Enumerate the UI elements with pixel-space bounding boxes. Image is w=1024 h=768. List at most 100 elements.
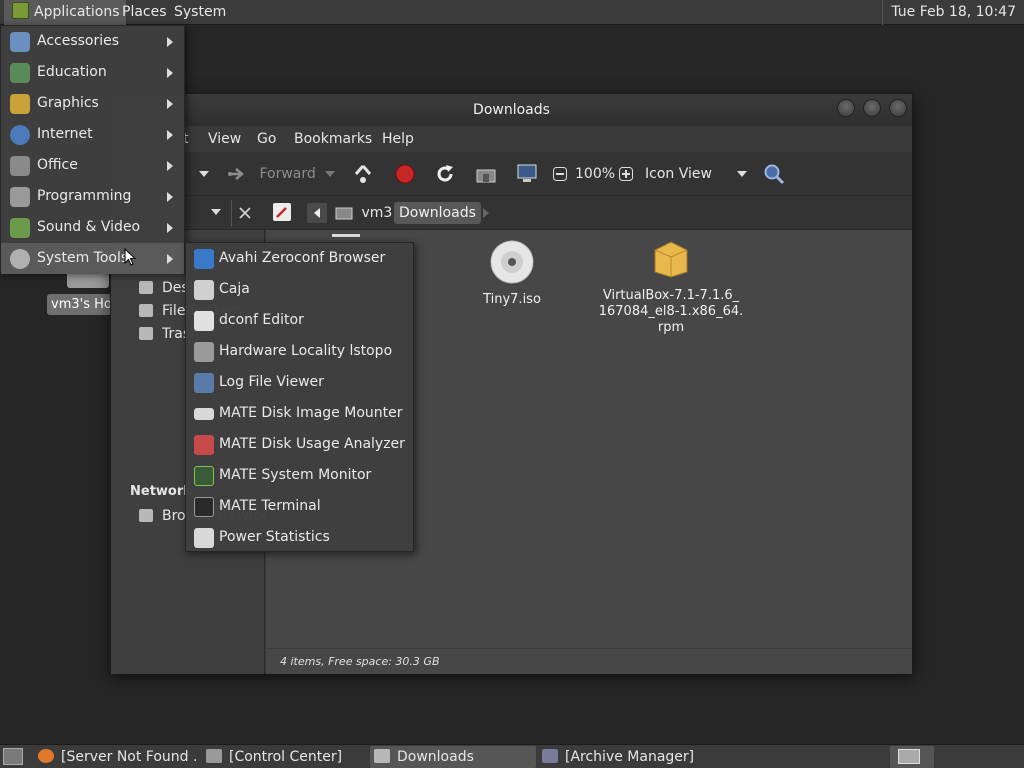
- search-button[interactable]: [763, 152, 785, 196]
- menubar: t View Go Bookmarks Help: [111, 126, 912, 152]
- menu-item-caja[interactable]: Caja: [186, 274, 413, 305]
- menu-item-label: Power Statistics: [219, 529, 330, 545]
- path-back-button[interactable]: [307, 203, 327, 223]
- chevron-right-icon: [167, 99, 173, 109]
- system-menu-button[interactable]: System: [168, 0, 232, 25]
- view-mode-label: Icon View: [645, 166, 712, 182]
- zoom-out-button[interactable]: [553, 152, 567, 196]
- disk-mounter-icon: [194, 408, 214, 420]
- file-item[interactable]: VirtualBox-7.1-7.1.6_ 167084_el8-1.x86_6…: [596, 238, 746, 336]
- location-bar: vm3 Downloads: [111, 196, 912, 230]
- menu-item-accessories[interactable]: Accessories: [1, 26, 184, 57]
- up-arrow-icon: [354, 165, 372, 183]
- show-desktop-button[interactable]: [3, 748, 23, 765]
- mate-logo-icon: [12, 2, 29, 19]
- file-name-line: VirtualBox-7.1-7.1.6_: [602, 288, 740, 303]
- file-item[interactable]: Tiny7.iso: [462, 240, 562, 307]
- task-button-control-center[interactable]: [Control Center]: [202, 746, 366, 768]
- menu-item-programming[interactable]: Programming: [1, 181, 184, 212]
- menu-item-log-viewer[interactable]: Log File Viewer: [186, 367, 413, 398]
- sidebar-dropdown[interactable]: [211, 206, 221, 221]
- clock[interactable]: Tue Feb 18, 10:47: [882, 0, 1020, 25]
- chevron-right-icon: [167, 192, 173, 202]
- control-center-icon: [206, 749, 222, 763]
- home-folder-label[interactable]: vm3's Home: [47, 294, 117, 315]
- path-vm3-label: vm3: [361, 205, 393, 221]
- hardware-icon: [194, 342, 214, 362]
- menu-item-office[interactable]: Office: [1, 150, 184, 181]
- menu-item-power-statistics[interactable]: Power Statistics: [186, 522, 413, 553]
- close-button[interactable]: [889, 99, 907, 117]
- accessories-icon: [10, 32, 30, 52]
- menu-item-sound-video[interactable]: Sound & Video: [1, 212, 184, 243]
- menu-item-label: Log File Viewer: [219, 374, 324, 390]
- menu-item-education[interactable]: Education: [1, 57, 184, 88]
- menu-item-label: Accessories: [37, 33, 120, 49]
- menu-item-graphics[interactable]: Graphics: [1, 88, 184, 119]
- office-icon: [10, 156, 30, 176]
- menu-help[interactable]: Help: [382, 126, 414, 152]
- menu-item-hardware-locality[interactable]: Hardware Locality lstopo: [186, 336, 413, 367]
- window-titlebar[interactable]: Downloads: [111, 94, 912, 126]
- task-button-downloads[interactable]: Downloads: [370, 746, 536, 768]
- package-icon: [654, 241, 688, 278]
- path-vm3-button[interactable]: vm3: [335, 202, 392, 224]
- zoom-level[interactable]: 100%: [575, 152, 615, 196]
- menu-item-avahi[interactable]: Avahi Zeroconf Browser: [186, 243, 413, 274]
- maximize-button[interactable]: [863, 99, 881, 117]
- task-button-firefox[interactable]: [Server Not Found ...: [34, 746, 198, 768]
- workspace-1[interactable]: [898, 749, 920, 764]
- programming-icon: [10, 187, 30, 207]
- menu-go[interactable]: Go: [257, 126, 276, 152]
- menu-item-disk-image-mounter[interactable]: MATE Disk Image Mounter: [186, 398, 413, 429]
- zoom-in-button[interactable]: [619, 152, 633, 196]
- places-menu-button[interactable]: Places: [116, 0, 173, 25]
- sidebar-heading-network: Network: [130, 484, 192, 499]
- network-icon: [139, 509, 153, 522]
- menu-bookmarks[interactable]: Bookmarks: [294, 126, 372, 152]
- chevron-right-icon: [167, 68, 173, 78]
- firefox-icon: [38, 749, 54, 763]
- close-sidebar-button[interactable]: [231, 200, 257, 226]
- home-button[interactable]: [476, 152, 496, 196]
- system-monitor-icon: [194, 466, 214, 486]
- forward-button[interactable]: Forward: [227, 152, 316, 196]
- task-label: Downloads: [397, 749, 474, 765]
- file-name-line: 167084_el8-1.x86_64.: [598, 304, 744, 319]
- edit-location-button[interactable]: [273, 203, 291, 221]
- back-dropdown[interactable]: [199, 152, 209, 196]
- applications-menu-button[interactable]: Applications: [4, 0, 126, 25]
- avahi-icon: [194, 249, 214, 269]
- stop-button[interactable]: [395, 152, 415, 196]
- computer-button[interactable]: [516, 152, 538, 196]
- archive-icon: [542, 749, 558, 763]
- task-button-archive-manager[interactable]: [Archive Manager]: [538, 746, 708, 768]
- up-button[interactable]: [354, 152, 372, 196]
- reload-button[interactable]: [435, 152, 455, 196]
- menu-item-system-monitor[interactable]: MATE System Monitor: [186, 460, 413, 491]
- graphics-icon: [10, 94, 30, 114]
- minimize-button[interactable]: [837, 99, 855, 117]
- view-mode-select[interactable]: Icon View: [645, 152, 755, 196]
- drive-icon: [139, 304, 153, 317]
- menu-item-label: Education: [37, 64, 107, 80]
- menu-item-dconf-editor[interactable]: dconf Editor: [186, 305, 413, 336]
- forward-dropdown[interactable]: [325, 152, 335, 196]
- chevron-right-icon: [167, 37, 173, 47]
- path-forward-button[interactable]: [482, 207, 490, 223]
- menu-item-system-tools[interactable]: System Tools: [1, 243, 184, 274]
- menu-item-internet[interactable]: Internet: [1, 119, 184, 150]
- system-tools-icon: [10, 249, 30, 269]
- disk-usage-icon: [194, 435, 214, 455]
- stop-icon: [395, 164, 415, 184]
- menu-item-label: MATE Disk Image Mounter: [219, 405, 403, 421]
- menu-item-terminal[interactable]: MATE Terminal: [186, 491, 413, 522]
- path-downloads-button[interactable]: Downloads: [394, 202, 481, 224]
- menu-item-label: Sound & Video: [37, 219, 141, 235]
- menu-view[interactable]: View: [208, 126, 241, 152]
- chevron-down-icon: [199, 171, 209, 177]
- workspace-switcher[interactable]: [890, 746, 934, 768]
- home-folder-icon: [335, 207, 353, 220]
- menu-item-disk-usage-analyzer[interactable]: MATE Disk Usage Analyzer: [186, 429, 413, 460]
- chevron-right-icon: [167, 161, 173, 171]
